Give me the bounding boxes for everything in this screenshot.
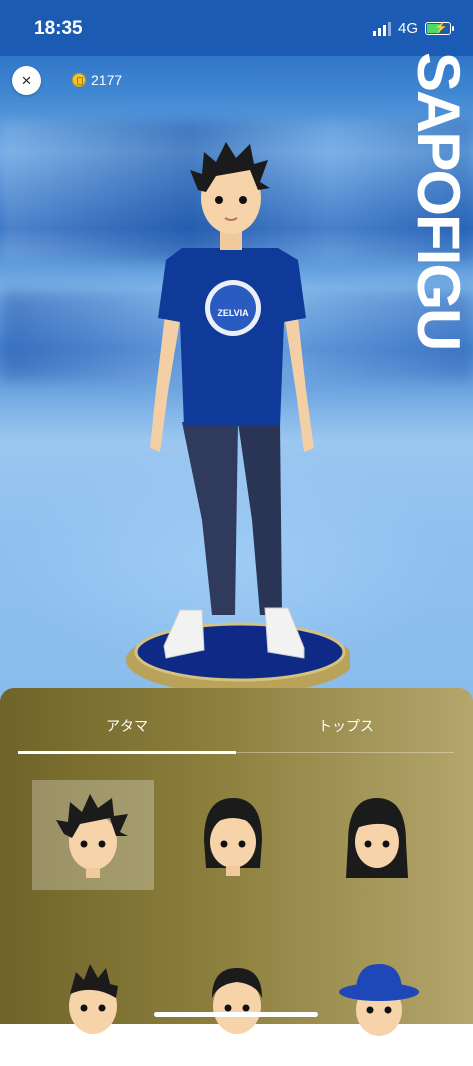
network-label: 4G	[397, 20, 418, 37]
tab-head[interactable]: アタマ	[106, 716, 148, 736]
close-button[interactable]: ×	[12, 66, 41, 95]
avatar-figure: ZELVIA	[126, 142, 350, 694]
bucket-hat-icon	[339, 964, 419, 1036]
brand-text: SAPOFIGU	[405, 52, 472, 350]
head-option-short[interactable]	[176, 956, 298, 1066]
long-hair-icon	[346, 798, 408, 878]
home-indicator[interactable]	[154, 1012, 318, 1017]
tab-tops[interactable]: トップス	[318, 716, 374, 736]
tab-active-indicator	[18, 751, 236, 754]
shirt-logo-text: ZELVIA	[217, 308, 249, 318]
spiky-hair-icon	[56, 794, 128, 878]
close-icon: ×	[21, 71, 32, 90]
short-hair-icon	[212, 968, 262, 1034]
coin-count: 2177	[91, 72, 123, 88]
head-option-bucket-hat[interactable]	[318, 956, 440, 1066]
head-option-spiky[interactable]	[32, 780, 154, 890]
head-option-mohawk[interactable]	[32, 956, 154, 1066]
signal-icon	[372, 21, 391, 36]
bob-hair-icon	[204, 798, 262, 876]
customize-panel: アタマ トップス	[0, 688, 473, 1036]
head-option-long[interactable]	[316, 780, 438, 890]
coin-balance: 2177	[72, 72, 122, 88]
status-bar: 18:35 4G ⚡	[0, 0, 473, 56]
mohawk-hair-icon	[69, 964, 118, 1034]
status-time: 18:35	[34, 18, 83, 39]
battery-icon: ⚡	[425, 22, 454, 35]
head-option-bob[interactable]	[172, 780, 294, 890]
status-indicators: 4G ⚡	[372, 20, 454, 37]
pedestal	[126, 622, 350, 694]
coin-icon	[72, 73, 86, 87]
